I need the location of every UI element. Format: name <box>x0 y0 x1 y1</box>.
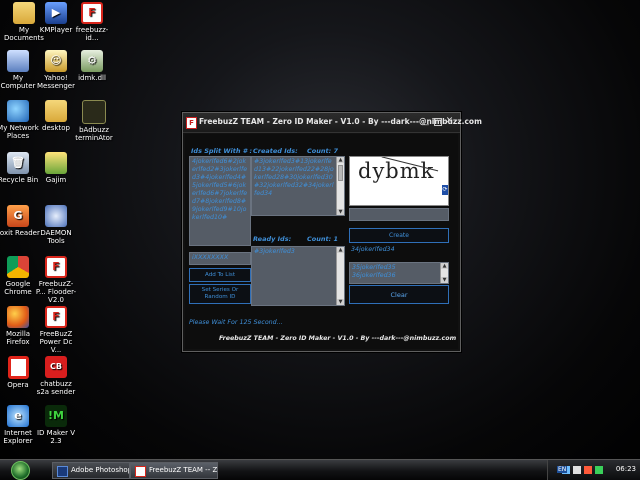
scroll-thumb[interactable] <box>338 165 343 181</box>
desktop-icon-gajim[interactable]: Gajim <box>34 152 78 184</box>
computer-icon <box>7 50 29 72</box>
ready-ids-label: Ready Ids: <box>253 235 292 243</box>
desktop-icon-label: chatbuzz s2a sender <box>36 380 76 396</box>
freebuzz-icon <box>135 466 146 477</box>
desktop-icon-chatbuzz-s2a-sender[interactable]: CB chatbuzz s2a sender <box>34 356 78 396</box>
status-message: Please Wait For 125 Second... <box>189 319 283 326</box>
ids-split-textarea[interactable]: 4jokerlfed6#2jokerlfed2#3jokerlfed3#4jok… <box>189 156 251 246</box>
scroll-up-icon[interactable]: ▲ <box>337 157 344 163</box>
folder-icon <box>13 2 35 24</box>
volume-icon[interactable] <box>573 466 581 474</box>
pending-id-2: 36jokerlfed36 <box>352 272 396 279</box>
chatbuzz-icon: CB <box>45 356 67 378</box>
taskbar-item-label: Adobe Photoshop <box>71 466 130 474</box>
desktop-icon-label: ID Maker V 2.3 <box>36 429 75 445</box>
daemon-tools-icon <box>45 205 67 227</box>
scroll-down-icon[interactable]: ▼ <box>441 277 448 283</box>
recycle-bin-icon: 🗑 <box>7 152 29 174</box>
footer-credit: FreebuzZ TEAM - Zero ID Maker - V1.0 - B… <box>219 335 457 342</box>
add-to-list-button[interactable]: Add To List <box>189 268 251 282</box>
captcha-input-value <box>350 209 448 211</box>
window-title-bar[interactable]: F FreebuzZ TEAM - Zero ID Maker - V1.0 -… <box>183 113 482 133</box>
kmplayer-icon: ▶ <box>45 2 67 24</box>
minimize-icon[interactable]: _ <box>422 117 431 126</box>
taskbar-item-photoshop[interactable]: Adobe Photoshop <box>52 462 130 479</box>
pending-ids-scrollbar[interactable]: ▲ ▼ <box>440 263 448 283</box>
dll-file-icon: ⚙ <box>81 50 103 72</box>
yahoo-messenger-icon: ☺ <box>45 50 67 72</box>
freebuzz-icon: F <box>45 256 67 278</box>
prefix-input[interactable]: iXXXXXXXX <box>189 252 251 265</box>
maximize-icon[interactable] <box>434 118 442 126</box>
start-button[interactable] <box>3 460 37 480</box>
set-series-button[interactable]: Set Series Or Random ID <box>189 284 251 304</box>
close-icon[interactable]: ✕ <box>445 117 454 126</box>
prefix-value: iXXXXXXXX <box>192 254 229 261</box>
desktop-icon-idmk-dll[interactable]: ⚙ idmk.dll <box>70 50 114 82</box>
desktop-icon-freebuzz-id[interactable]: F freebuzz-id... <box>70 2 114 42</box>
opera-icon <box>7 356 29 379</box>
ready-ids-textarea[interactable]: #3jokerlfed3 ▲ ▼ <box>251 246 345 306</box>
ready-ids-scrollbar[interactable]: ▲ ▼ <box>336 247 344 305</box>
captcha-refresh-icon[interactable]: ⟳ <box>442 185 448 195</box>
create-button[interactable]: Create <box>349 228 449 243</box>
desktop-icon-label: freebuzz-id... <box>75 26 109 42</box>
network-globe-icon <box>7 100 29 122</box>
freebuzz-icon: F <box>45 306 67 328</box>
created-ids-count: Count: 7 <box>307 147 338 155</box>
desktop-icon-label: FreeBuzZ Power Dc V... <box>39 330 73 354</box>
pending-ids-list[interactable]: 35jokerlfed35 36jokerlfed36 ▲ ▼ <box>349 262 449 284</box>
clear-button[interactable]: Clear <box>349 285 449 304</box>
desktop-icon-freebuzz-flooder[interactable]: F FreebuzZ-P... Flooder-V2.0 <box>34 256 78 304</box>
windows-logo-icon <box>10 460 30 480</box>
desktop-icon-id-maker[interactable]: !M ID Maker V 2.3 <box>34 405 78 445</box>
app-logo-icon: F <box>186 117 197 129</box>
scroll-down-icon[interactable]: ▼ <box>337 299 344 305</box>
ids-split-text: 4jokerlfed6#2jokerlfed2#3jokerlfed3#4jok… <box>192 158 248 221</box>
language-indicator[interactable]: EN <box>557 466 568 473</box>
created-ids-scrollbar[interactable]: ▲ ▼ <box>336 157 344 215</box>
captcha-input[interactable] <box>349 208 449 221</box>
desktop-icon-freebuzz-power-dc[interactable]: F FreeBuzZ Power Dc V... <box>34 306 78 354</box>
scroll-down-icon[interactable]: ▼ <box>337 209 344 215</box>
window-body: Ids Split With # : 4jokerlfed6#2jokerlfe… <box>185 134 458 349</box>
desktop-icon-label: idmk.dll <box>78 74 106 82</box>
desktop-icon-label: bAdbuzz terminAtor <box>75 126 113 142</box>
terminator-app-icon <box>82 100 106 124</box>
desktop-icon-label: Gajim <box>45 176 67 184</box>
ready-ids-text: #3jokerlfed3 <box>254 248 295 255</box>
internet-explorer-icon: e <box>7 405 29 427</box>
scroll-up-icon[interactable]: ▲ <box>337 247 344 253</box>
folder-icon <box>45 100 67 122</box>
scroll-up-icon[interactable]: ▲ <box>441 263 448 269</box>
ready-ids-count: Count: 1 <box>307 235 338 243</box>
freebuzz-icon: F <box>81 2 103 24</box>
current-id-text: 34jokerlfed34 <box>351 246 395 253</box>
chrome-icon <box>7 256 29 278</box>
gajim-icon <box>45 152 67 174</box>
tray-app-icon[interactable] <box>595 466 603 474</box>
photoshop-icon <box>57 466 68 477</box>
security-icon[interactable] <box>584 466 592 474</box>
created-ids-text: #3jokerlfed3#13jokerlfed13#22jokerlfed22… <box>254 158 334 197</box>
desktop-icon-label: DAEMON Tools <box>40 229 72 245</box>
firefox-icon <box>7 306 29 328</box>
desktop-icon-label: FreebuzZ-P... Flooder-V2.0 <box>35 280 77 304</box>
created-ids-textarea[interactable]: #3jokerlfed3#13jokerlfed13#22jokerlfed22… <box>251 156 345 216</box>
taskbar: Adobe Photoshop FreebuzZ TEAM -- Ze... 0… <box>0 459 640 480</box>
taskbar-item-freebuzz[interactable]: FreebuzZ TEAM -- Ze... <box>130 462 218 479</box>
ids-split-label: Ids Split With # : <box>191 147 253 155</box>
taskbar-item-label: FreebuzZ TEAM -- Ze... <box>149 466 218 474</box>
captcha-image: dybmk ⟳ <box>349 156 449 206</box>
desktop-icon-daemon-tools[interactable]: DAEMON Tools <box>34 205 78 245</box>
desktop-icon-badbuzz-terminator[interactable]: bAdbuzz terminAtor <box>72 100 116 142</box>
created-ids-label: Created Ids: <box>253 147 298 155</box>
id-maker-window: F FreebuzZ TEAM - Zero ID Maker - V1.0 -… <box>182 112 482 352</box>
id-maker-icon: !M <box>45 405 67 427</box>
foxit-reader-icon: G <box>7 205 29 227</box>
clock[interactable]: 06:23 <box>616 465 636 473</box>
